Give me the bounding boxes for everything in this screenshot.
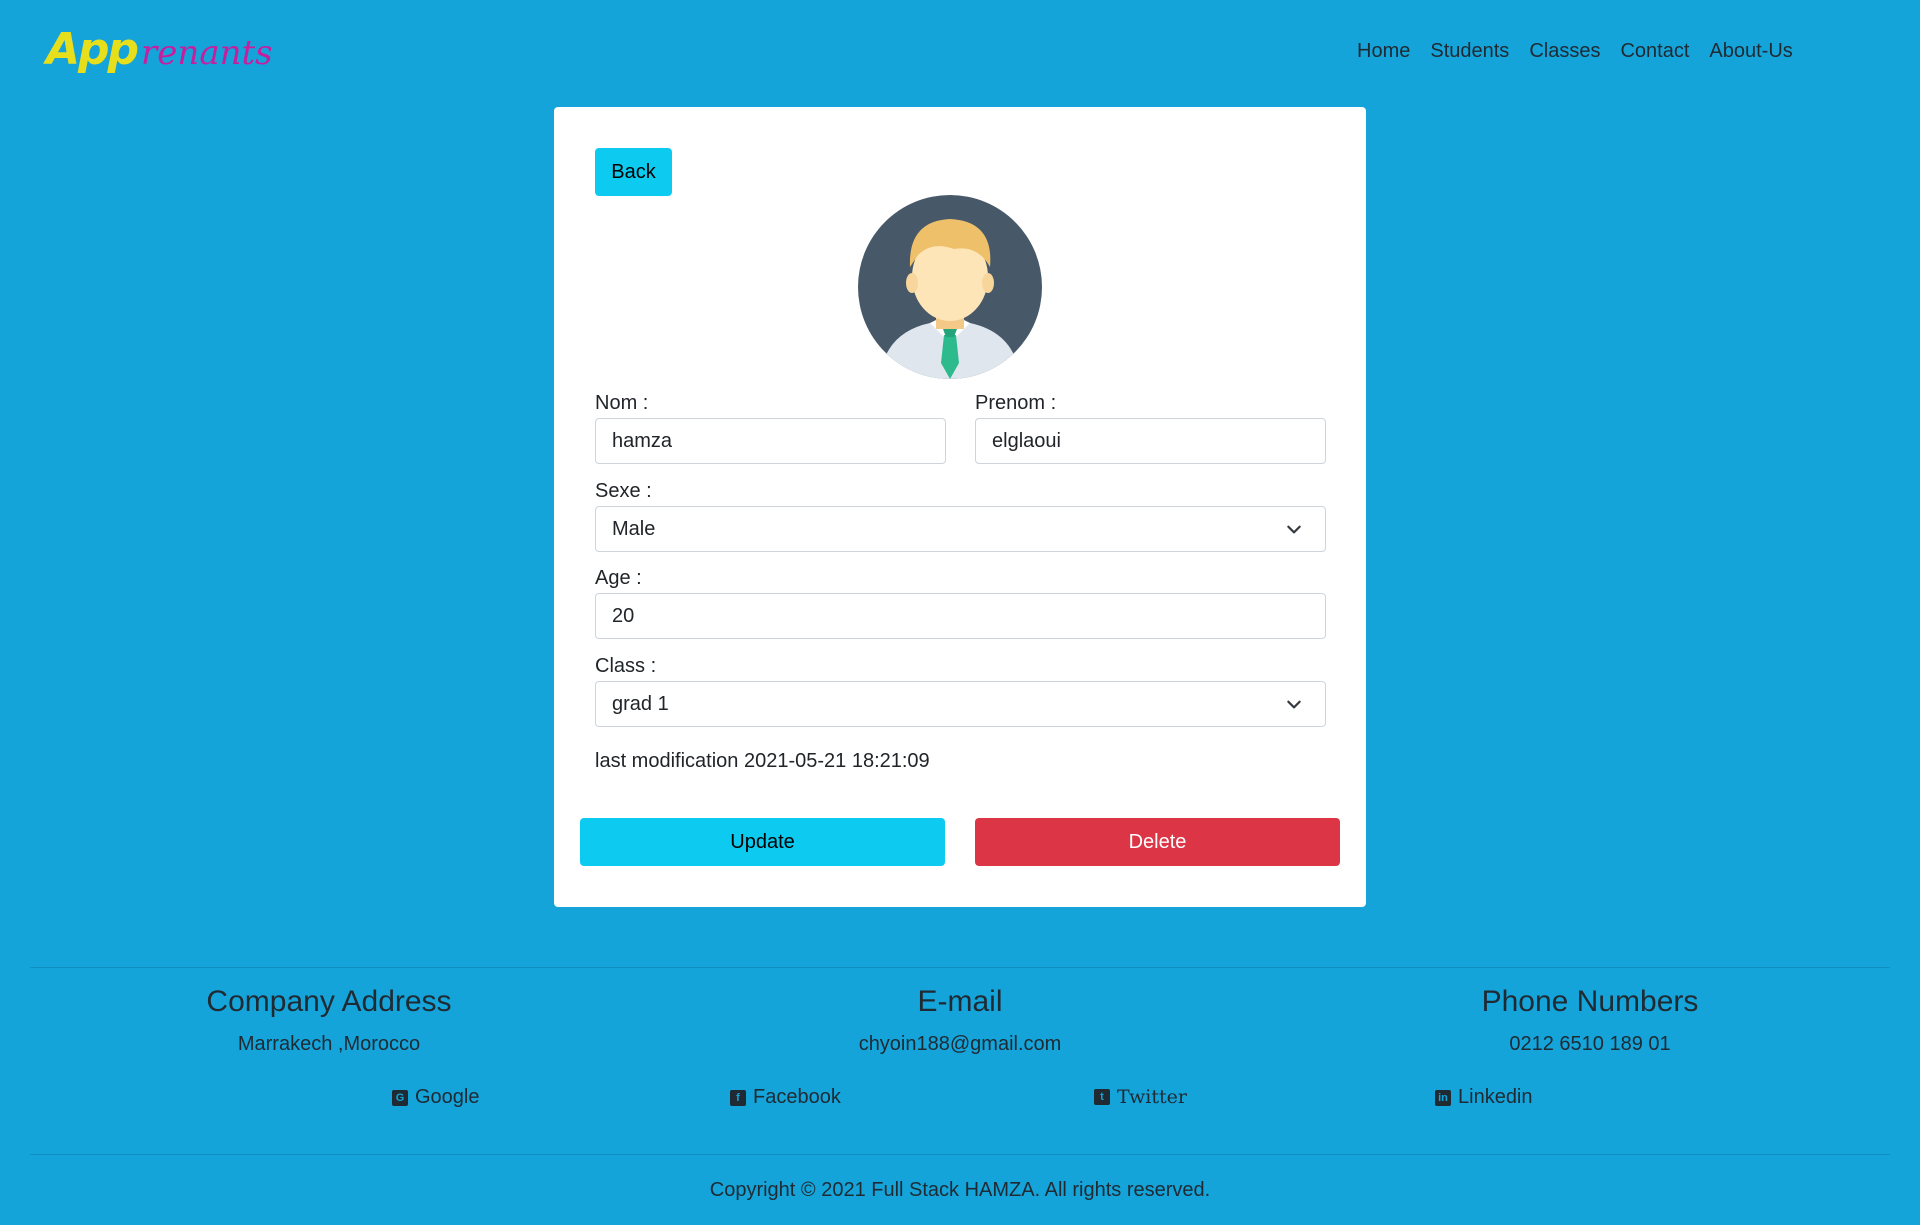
nom-label: Nom : [595,392,649,414]
sexe-value: Male [612,517,656,540]
class-value: grad 1 [612,692,669,715]
facebook-link[interactable]: f Facebook [730,1086,841,1109]
footer-divider-bottom [30,1154,1890,1155]
brand-logo-part2: renants [141,33,273,73]
main-nav: Home Students Classes Contact About-Us [1357,40,1813,63]
twitter-link[interactable]: t Twitter [1094,1086,1187,1108]
nav-students[interactable]: Students [1430,40,1509,63]
chevron-down-icon [1287,525,1301,534]
back-button[interactable]: Back [595,148,672,196]
nom-input[interactable]: hamza [595,418,946,464]
age-value: 20 [612,604,635,627]
class-select[interactable]: grad 1 [595,681,1326,727]
age-label: Age : [595,567,642,589]
prenom-value: elglaoui [992,429,1061,452]
linkedin-icon: in [1435,1089,1451,1106]
google-link[interactable]: G Google [392,1086,480,1109]
footer-email: E-mail chyoin188@gmail.com [810,985,1110,1056]
footer-divider-top [30,967,1890,968]
google-plus-icon: G [392,1089,408,1106]
nav-home[interactable]: Home [1357,40,1410,63]
google-label: Google [415,1086,480,1108]
copyright-text: Copyright © 2021 Full Stack HAMZA. All r… [709,1179,1211,1201]
footer-phone: Phone Numbers 0212 6510 189 01 [1440,985,1740,1056]
brand-logo-part1: App [46,24,139,75]
delete-button[interactable]: Delete [975,818,1340,866]
linkedin-link[interactable]: in Linkedin [1435,1086,1533,1109]
sexe-label: Sexe : [595,480,652,502]
footer-address: Company Address Marrakech ,Morocco [179,985,479,1056]
update-button[interactable]: Update [580,818,945,866]
address-title: Company Address [206,985,452,1018]
phone-title: Phone Numbers [1481,985,1699,1018]
class-label: Class : [595,655,657,677]
email-value[interactable]: chyoin188@gmail.com [810,1033,1110,1056]
last-modification-text: last modification 2021-05-21 18:21:09 [595,750,930,772]
nav-contact[interactable]: Contact [1620,40,1689,63]
prenom-input[interactable]: elglaoui [975,418,1326,464]
facebook-label: Facebook [753,1086,841,1108]
nom-value: hamza [612,429,673,452]
email-title: E-mail [917,985,1003,1018]
linkedin-label: Linkedin [1458,1086,1533,1108]
twitter-icon: t [1094,1089,1110,1105]
phone-value: 0212 6510 189 01 [1509,1033,1671,1055]
brand-logo[interactable]: App renants [46,24,273,75]
facebook-icon: f [730,1089,746,1106]
prenom-label: Prenom : [975,392,1057,414]
student-card: Back Nom : hamza Prenom : elglaoui Sexe … [554,107,1366,907]
user-avatar-icon [858,195,1042,379]
address-value: Marrakech ,Morocco [237,1033,421,1055]
age-input[interactable]: 20 [595,593,1326,639]
chevron-down-icon [1287,700,1301,709]
twitter-label: Twitter [1117,1086,1187,1108]
nav-classes[interactable]: Classes [1529,40,1600,63]
sexe-select[interactable]: Male [595,506,1326,552]
nav-about-us[interactable]: About-Us [1709,40,1792,63]
